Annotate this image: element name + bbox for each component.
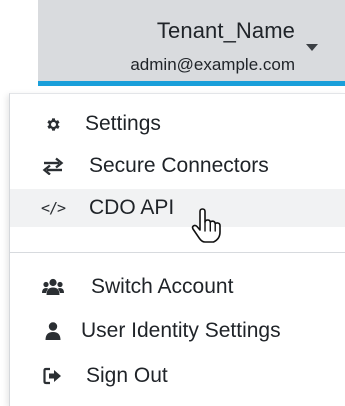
menu-item-label: Sign Out: [86, 364, 168, 387]
tenant-name: Tenant_Name: [156, 18, 295, 43]
users-icon: [42, 277, 64, 297]
menu-item-label: CDO API: [89, 196, 175, 219]
menu-item-cdo-api[interactable]: </> CDO API: [10, 189, 345, 227]
menu-item-label: Secure Connectors: [89, 154, 269, 177]
sign-out-icon: [42, 366, 64, 386]
menu-item-user-identity-settings[interactable]: User Identity Settings: [10, 312, 345, 350]
arrows-exchange-icon: [42, 156, 64, 176]
menu-item-settings[interactable]: Settings: [10, 105, 345, 143]
account-menu-screen: Tenant_Name admin@example.com Settings S…: [0, 0, 345, 406]
user-email: admin@example.com: [130, 55, 295, 74]
code-icon: </>: [40, 199, 66, 217]
menu-divider: [10, 252, 345, 253]
menu-item-label: Settings: [85, 112, 161, 135]
menu-item-label: User Identity Settings: [81, 319, 281, 342]
menu-item-secure-connectors[interactable]: Secure Connectors: [10, 147, 345, 185]
account-dropdown-menu: Settings Secure Connectors </> CDO API S…: [9, 93, 345, 406]
gear-icon: [42, 114, 64, 134]
hand-pointer-cursor-icon: [191, 208, 221, 243]
menu-item-switch-account[interactable]: Switch Account: [10, 268, 345, 306]
account-dropdown-toggle[interactable]: Tenant_Name admin@example.com: [38, 0, 345, 86]
user-icon: [42, 321, 64, 341]
caret-down-icon: [306, 44, 318, 51]
menu-item-label: Switch Account: [91, 275, 234, 298]
active-underline: [38, 81, 345, 86]
menu-item-sign-out[interactable]: Sign Out: [10, 357, 345, 395]
